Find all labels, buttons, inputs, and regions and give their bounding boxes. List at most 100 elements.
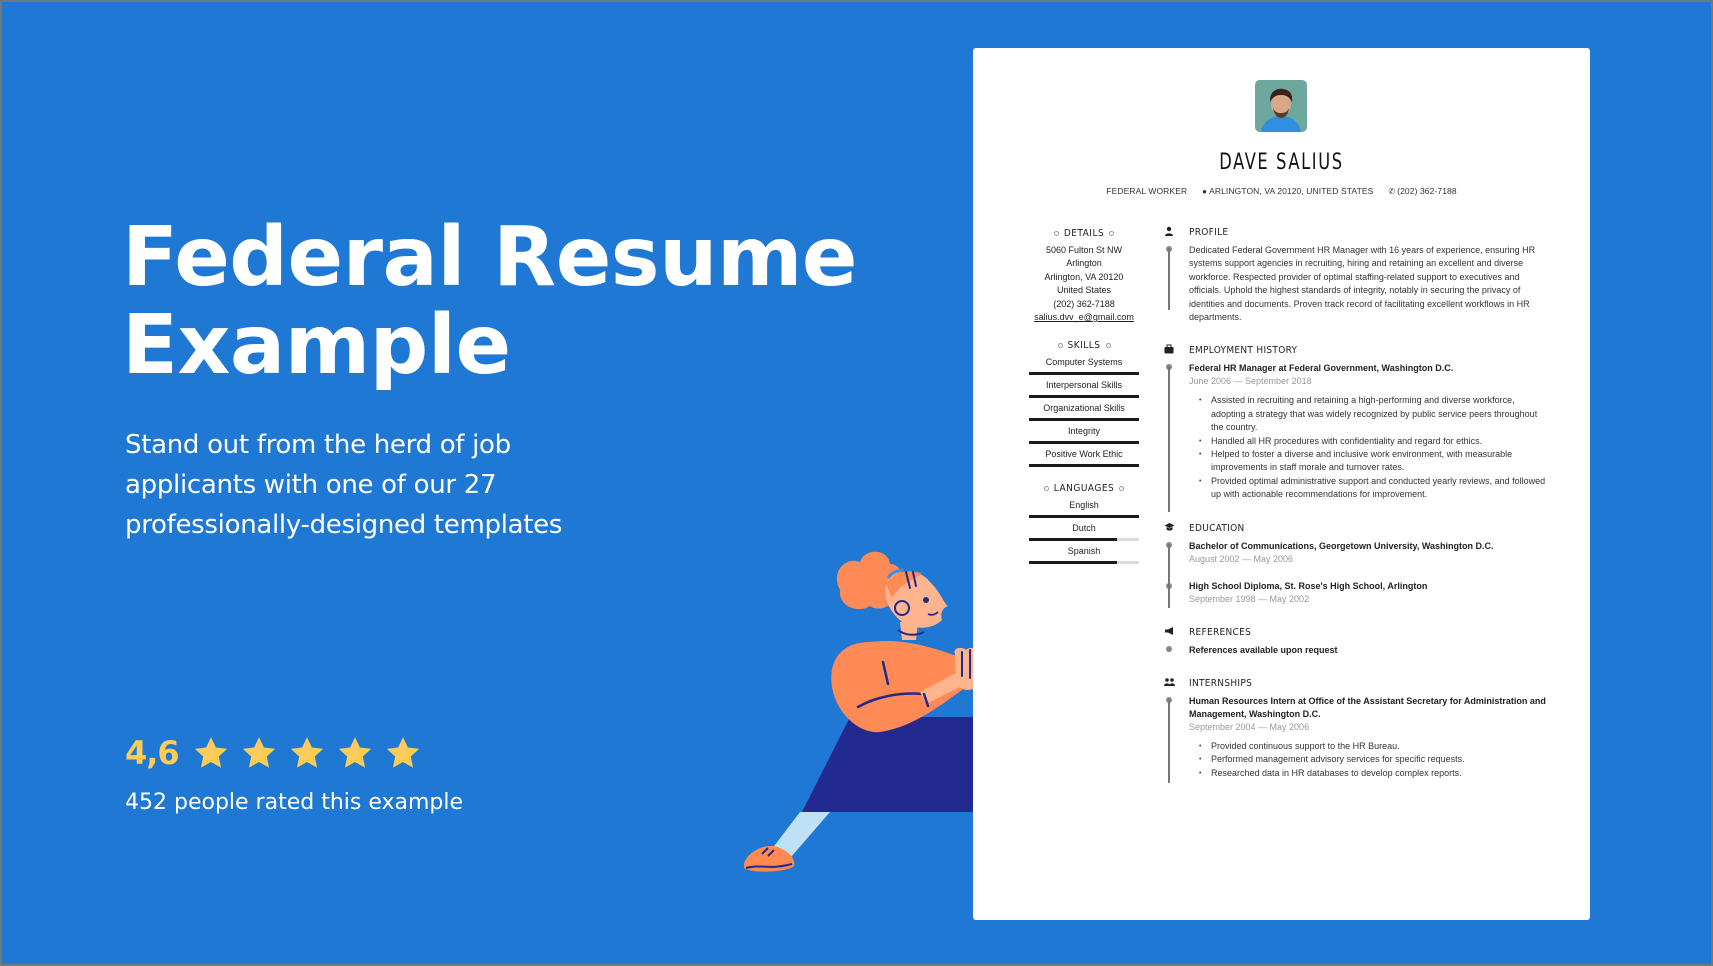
resume-job-title: FEDERAL WORKER bbox=[1106, 186, 1188, 196]
education-entry: High School Diploma, St. Rose's High Sch… bbox=[1189, 580, 1428, 604]
timeline-line bbox=[1168, 543, 1170, 608]
bullet-item: Assisted in recruiting and retaining a h… bbox=[1199, 394, 1548, 434]
resume-location: ARLINGTON, VA 20120, UNITED STATES bbox=[1209, 186, 1374, 196]
skill-item: Computer Systems bbox=[1029, 354, 1139, 376]
skill-level-bar bbox=[1029, 372, 1139, 376]
skill-level-bar bbox=[1029, 464, 1139, 468]
level-fill bbox=[1029, 515, 1139, 519]
page-background: Federal Resume Example Stand out from th… bbox=[2, 2, 1711, 964]
internship-entry: Human Resources Intern at Office of the … bbox=[1189, 695, 1548, 781]
language-level-bar bbox=[1029, 538, 1139, 542]
internship-title: Human Resources Intern at Office of the … bbox=[1189, 695, 1546, 719]
education-section: EDUCATION Bachelor of Communications, Ge… bbox=[1163, 522, 1548, 608]
employment-entry: Federal HR Manager at Federal Government… bbox=[1189, 362, 1548, 501]
skills-list: Computer Systems Interpersonal Skills Or… bbox=[1029, 354, 1139, 468]
language-level-bar bbox=[1029, 561, 1139, 565]
employment-section: EMPLOYMENT HISTORY Federal HR Manager at… bbox=[1163, 344, 1548, 513]
resume-contact-line: FEDERAL WORKER ● ARLINGTON, VA 20120, UNI… bbox=[973, 186, 1590, 196]
rating-stars bbox=[193, 736, 421, 770]
skill-item: Organizational Skills bbox=[1029, 400, 1139, 422]
skill-level-bar bbox=[1029, 418, 1139, 422]
references-text: References available upon request bbox=[1189, 644, 1338, 655]
internships-heading: INTERNSHIPS bbox=[1189, 677, 1253, 689]
profile-section: PROFILE Dedicated Federal Government HR … bbox=[1163, 226, 1548, 324]
bullet-item: Performed management advisory services f… bbox=[1199, 753, 1548, 767]
employment-bullets: Assisted in recruiting and retaining a h… bbox=[1189, 394, 1548, 501]
bullet-ring-icon bbox=[1119, 485, 1125, 491]
level-fill bbox=[1029, 372, 1139, 376]
resume-preview[interactable]: DAVE SALIUS FEDERAL WORKER ● ARLINGTON, V… bbox=[973, 48, 1590, 920]
employment-heading: EMPLOYMENT HISTORY bbox=[1189, 345, 1298, 357]
star-icon bbox=[194, 737, 227, 768]
skills-heading: SKILLS bbox=[1029, 338, 1139, 352]
references-section: REFERENCES References available upon req… bbox=[1163, 626, 1548, 657]
timeline-line bbox=[1168, 698, 1170, 783]
details-country: United States bbox=[1056, 285, 1112, 296]
skill-item: Interpersonal Skills bbox=[1029, 377, 1139, 399]
skill-item: Positive Work Ethic bbox=[1029, 446, 1139, 468]
timeline-dot bbox=[1166, 645, 1172, 652]
languages-heading: LANGUAGES bbox=[1029, 481, 1139, 495]
skill-item: Integrity bbox=[1029, 423, 1139, 445]
bullet-ring-icon bbox=[1053, 230, 1059, 236]
internships-section: INTERNSHIPS Human Resources Intern at Of… bbox=[1163, 677, 1548, 783]
page-title: Federal Resume Example bbox=[122, 210, 858, 393]
star-icon bbox=[386, 737, 419, 768]
rating-score: 4,6 bbox=[125, 734, 180, 772]
star-icon bbox=[242, 737, 275, 768]
profile-heading: PROFILE bbox=[1189, 227, 1229, 238]
profile-text: Dedicated Federal Government HR Manager … bbox=[1189, 245, 1536, 323]
education-entry: Bachelor of Communications, Georgetown U… bbox=[1189, 540, 1494, 564]
briefcase-icon bbox=[1163, 344, 1175, 356]
megaphone-icon bbox=[1163, 626, 1175, 638]
star-icon bbox=[290, 737, 323, 768]
employment-dates: June 2006 — September 2018 bbox=[1189, 376, 1312, 387]
phone-icon: ✆ bbox=[1388, 187, 1396, 196]
rating: 4,6 bbox=[125, 734, 421, 772]
level-fill bbox=[1029, 538, 1117, 542]
resume-name: DAVE SALIUS bbox=[1219, 150, 1344, 175]
details-block: 5060 Fulton St NW Arlington Arlington, V… bbox=[1029, 244, 1139, 324]
woman-pushing-illustration bbox=[744, 551, 978, 872]
language-item: Dutch bbox=[1029, 520, 1139, 542]
bullet-ring-icon bbox=[1057, 342, 1063, 348]
level-fill bbox=[1029, 395, 1139, 399]
bullet-ring-icon bbox=[1109, 230, 1115, 236]
location-pin-icon: ● bbox=[1202, 187, 1208, 196]
timeline-line bbox=[1168, 248, 1170, 310]
graduation-cap-icon bbox=[1163, 522, 1175, 534]
level-fill bbox=[1029, 464, 1139, 468]
details-email-link[interactable]: salius.dvv_e@gmail.com bbox=[1029, 311, 1139, 324]
bullet-ring-icon bbox=[1043, 485, 1049, 491]
bullet-ring-icon bbox=[1105, 342, 1111, 348]
language-level-bar bbox=[1029, 515, 1139, 519]
timeline-line bbox=[1168, 366, 1170, 513]
page-title-line-1: Federal Resume bbox=[122, 210, 858, 305]
details-heading: DETAILS bbox=[1029, 226, 1139, 240]
resume-left-column: DETAILS 5060 Fulton St NW Arlington Arli… bbox=[1029, 226, 1139, 565]
people-icon bbox=[1163, 677, 1175, 689]
level-fill bbox=[1029, 418, 1139, 422]
internship-bullets: Provided continuous support to the HR Bu… bbox=[1189, 740, 1548, 781]
hero-subtitle: Stand out from the herd of job applicant… bbox=[125, 430, 563, 540]
bullet-item: Provided optimal administrative support … bbox=[1199, 475, 1548, 502]
page-title-line-2: Example bbox=[122, 298, 511, 393]
rating-count: 452 people rated this example bbox=[125, 790, 464, 815]
details-address-line2: Arlington, VA 20120 bbox=[1044, 271, 1124, 282]
internship-dates: September 2004 — May 2006 bbox=[1189, 721, 1310, 732]
bullet-item: Helped to foster a diverse and inclusive… bbox=[1199, 448, 1548, 475]
level-fill bbox=[1029, 441, 1139, 445]
employment-title: Federal HR Manager at Federal Government… bbox=[1189, 363, 1454, 374]
language-item: Spanish bbox=[1029, 543, 1139, 565]
bullet-item: Provided continuous support to the HR Bu… bbox=[1199, 740, 1548, 754]
avatar bbox=[1255, 80, 1307, 132]
education-heading: EDUCATION bbox=[1189, 522, 1245, 534]
resume-phone: (202) 362-7188 bbox=[1397, 186, 1457, 196]
languages-list: English Dutch Spanish bbox=[1029, 497, 1139, 565]
resume-right-column: PROFILE Dedicated Federal Government HR … bbox=[1163, 226, 1548, 783]
language-item: English bbox=[1029, 497, 1139, 519]
star-icon bbox=[338, 737, 371, 768]
skill-level-bar bbox=[1029, 441, 1139, 445]
bullet-item: Researched data in HR databases to devel… bbox=[1199, 767, 1548, 781]
details-phone: (202) 362-7188 bbox=[1053, 298, 1115, 309]
